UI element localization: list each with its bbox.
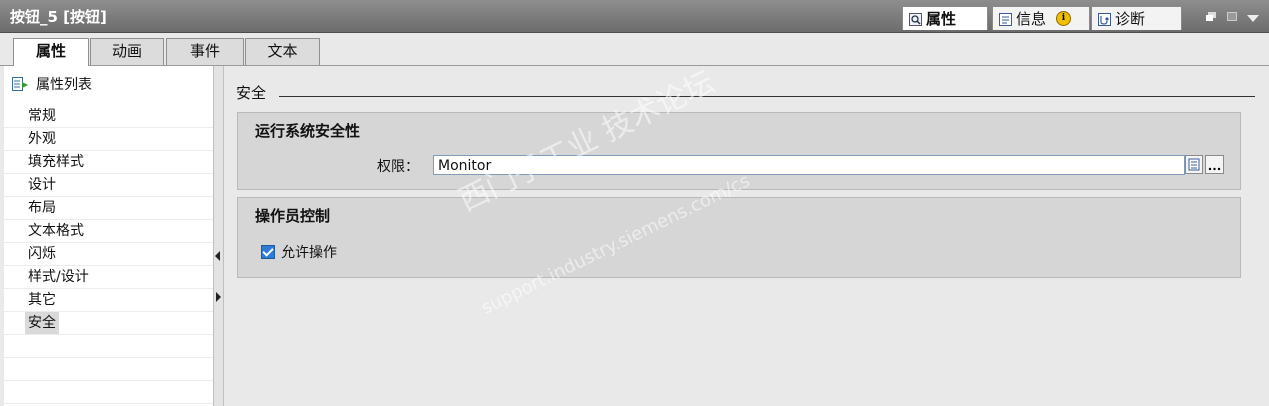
sidebar-item-design[interactable]: 设计 (4, 174, 213, 197)
sidebar-empty-row (4, 358, 213, 381)
panel-tab-info-label: 信息 (1016, 10, 1047, 28)
title-bar: 按钮_5 [按钮] 属性 信息 i 诊断 (0, 0, 1269, 33)
minimize-panel-icon[interactable] (1227, 10, 1237, 21)
tab-animations[interactable]: 动画 (90, 38, 164, 65)
collapse-left-icon[interactable] (215, 251, 220, 261)
expand-right-icon[interactable] (216, 292, 221, 302)
allow-operation-label: 允许操作 (281, 245, 337, 261)
sidebar-empty-row (4, 381, 213, 404)
permission-label: 权限： (377, 159, 419, 175)
sidebar-item-styles-design[interactable]: 样式/设计 (4, 266, 213, 289)
property-list-header: 属性列表 (12, 74, 92, 94)
tab-bar: 属性 动画 事件 文本 (0, 33, 1269, 66)
inspect-icon (909, 12, 922, 26)
property-list-panel: 属性列表 常规 外观 填充样式 设计 布局 文本格式 闪烁 样式/设计 其它 安… (4, 66, 214, 406)
info-badge-icon: i (1056, 11, 1072, 26)
info-list-icon (999, 12, 1012, 26)
property-list-title: 属性列表 (36, 77, 92, 93)
sidebar-item-text-format[interactable]: 文本格式 (4, 220, 213, 243)
panel-tab-info[interactable]: 信息 i (992, 6, 1090, 30)
sidebar-item-general[interactable]: 常规 (4, 105, 213, 128)
tab-properties[interactable]: 属性 (13, 38, 89, 66)
property-list-icon (12, 77, 28, 91)
ellipsis-icon (1208, 167, 1221, 171)
permission-list-button[interactable] (1185, 155, 1203, 174)
permission-browse-button[interactable] (1205, 155, 1224, 174)
permission-field[interactable]: Monitor (433, 155, 1185, 175)
sidebar-item-fill-pattern[interactable]: 填充样式 (4, 151, 213, 174)
tab-texts[interactable]: 文本 (245, 38, 320, 65)
operator-control-title: 操作员控制 (255, 207, 331, 225)
runtime-security-group: 运行系统安全性 权限： Monitor (237, 112, 1241, 190)
window-title: 按钮_5 [按钮] (10, 8, 107, 26)
panel-tab-properties-label: 属性 (926, 10, 957, 28)
sidebar-item-miscellaneous[interactable]: 其它 (4, 289, 213, 312)
sidebar-item-appearance[interactable]: 外观 (4, 128, 213, 151)
panel-tab-diagnostics[interactable]: 诊断 (1091, 6, 1182, 30)
tab-events[interactable]: 事件 (166, 38, 244, 65)
sidebar-item-security[interactable]: 安全 (4, 312, 213, 335)
allow-operation-checkbox[interactable] (261, 245, 275, 259)
sidebar-item-flashing[interactable]: 闪烁 (4, 243, 213, 266)
operator-control-group: 操作员控制 允许操作 (237, 197, 1241, 278)
float-window-icon[interactable] (1206, 10, 1216, 21)
sidebar-empty-row (4, 335, 213, 358)
diagnostics-icon (1098, 12, 1111, 26)
panel-tab-diagnostics-label: 诊断 (1115, 10, 1146, 28)
sidebar-item-layout[interactable]: 布局 (4, 197, 213, 220)
panel-splitter[interactable] (213, 66, 224, 406)
section-title: 安全 (236, 84, 267, 102)
list-icon (1188, 158, 1200, 171)
chevron-down-icon[interactable] (1247, 12, 1259, 22)
runtime-security-title: 运行系统安全性 (255, 122, 361, 140)
panel-tab-properties[interactable]: 属性 (902, 6, 988, 30)
section-divider (279, 96, 1255, 97)
